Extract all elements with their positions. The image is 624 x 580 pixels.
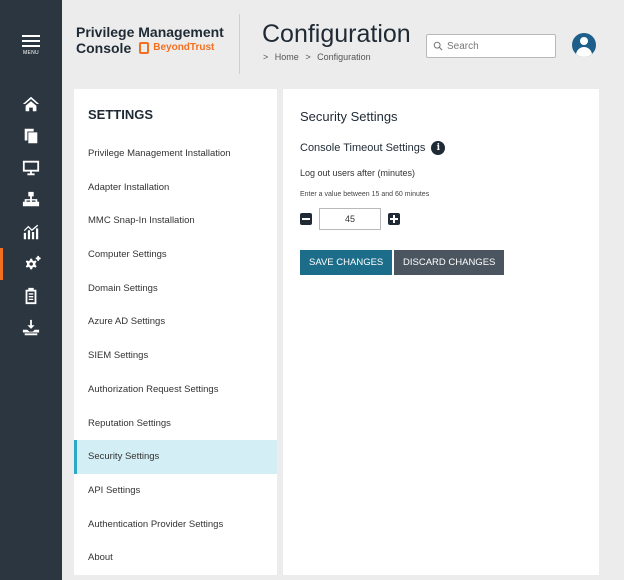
settings-item-security-settings[interactable]: Security Settings [74, 440, 277, 474]
brand-mark-icon [139, 42, 150, 54]
timeout-field-label: Log out users after (minutes) [300, 168, 416, 178]
nav-reports[interactable] [0, 280, 62, 312]
nav-computers[interactable] [0, 152, 62, 184]
settings-item-about[interactable]: About [74, 541, 277, 575]
increment-button[interactable] [388, 213, 400, 225]
nav-home[interactable] [0, 88, 62, 120]
console-timeout-heading: Console Timeout Settings i [300, 141, 446, 155]
timeout-stepper [300, 208, 400, 230]
nav-configuration[interactable] [0, 248, 62, 280]
settings-heading: SETTINGS [88, 107, 154, 122]
save-changes-button[interactable]: SAVE CHANGES [300, 250, 393, 275]
info-icon[interactable]: i [431, 141, 446, 155]
security-settings-panel: Security Settings Console Timeout Settin… [283, 89, 599, 575]
nav-policies[interactable] [0, 120, 62, 152]
app-title-line2: Console [76, 40, 132, 56]
settings-item-siem-settings[interactable]: SIEM Settings [74, 339, 277, 373]
user-avatar-icon[interactable] [572, 33, 596, 57]
timeout-input[interactable] [319, 208, 381, 230]
app-title-line1: Privilege Management [76, 24, 224, 40]
download-icon [22, 319, 40, 336]
decrement-button[interactable] [300, 213, 312, 225]
search-icon [433, 41, 443, 51]
settings-item-authorization-request-settings[interactable]: Authorization Request Settings [74, 373, 277, 407]
brand-logo: BeyondTrust [139, 40, 214, 56]
security-title: Security Settings [300, 109, 398, 124]
policy-icon [24, 128, 38, 144]
settings-panel: SETTINGS Privilege Management Installati… [74, 89, 277, 575]
settings-list: Privilege Management Installation Adapte… [74, 137, 277, 575]
header: Privilege Management Console BeyondTrust… [62, 0, 624, 84]
computer-icon [22, 160, 40, 176]
hamburger-icon [19, 35, 43, 47]
settings-item-reputation-settings[interactable]: Reputation Settings [74, 407, 277, 441]
settings-item-adapter-installation[interactable]: Adapter Installation [74, 171, 277, 205]
settings-item-api-settings[interactable]: API Settings [74, 474, 277, 508]
settings-item-privilege-management-installation[interactable]: Privilege Management Installation [74, 137, 277, 171]
analytics-icon [23, 224, 39, 240]
breadcrumb: > Home > Configuration [263, 52, 375, 62]
settings-item-azure-ad-settings[interactable]: Azure AD Settings [74, 305, 277, 339]
settings-item-domain-settings[interactable]: Domain Settings [74, 272, 277, 306]
page-title: Configuration [262, 20, 411, 48]
home-icon [22, 96, 40, 112]
settings-item-mmc-snap-in-installation[interactable]: MMC Snap-In Installation [74, 204, 277, 238]
nav-downloads[interactable] [0, 312, 62, 344]
breadcrumb-separator: > [305, 52, 311, 62]
menu-label: MENU [23, 50, 39, 56]
clipboard-icon [25, 287, 37, 305]
discard-changes-button[interactable]: DISCARD CHANGES [394, 250, 505, 275]
menu-button[interactable]: MENU [19, 32, 43, 56]
breadcrumb-home[interactable]: Home [275, 52, 299, 62]
search-placeholder: Search [447, 40, 479, 52]
app-title[interactable]: Privilege Management Console BeyondTrust [76, 24, 224, 56]
breadcrumb-separator: > [263, 52, 269, 62]
header-divider [239, 14, 240, 74]
settings-item-authentication-provider-settings[interactable]: Authentication Provider Settings [74, 508, 277, 542]
brand-name: BeyondTrust [153, 42, 215, 53]
console-timeout-label: Console Timeout Settings [300, 142, 426, 154]
nav-rail: MENU [0, 0, 62, 580]
timeout-hint: Enter a value between 15 and 60 minutes [300, 191, 430, 198]
nav-analytics[interactable] [0, 216, 62, 248]
settings-gears-icon [25, 255, 41, 270]
settings-item-computer-settings[interactable]: Computer Settings [74, 238, 277, 272]
network-icon [22, 191, 40, 207]
search-input[interactable]: Search [426, 34, 556, 58]
breadcrumb-current: Configuration [317, 52, 371, 62]
nav-network[interactable] [0, 184, 62, 216]
